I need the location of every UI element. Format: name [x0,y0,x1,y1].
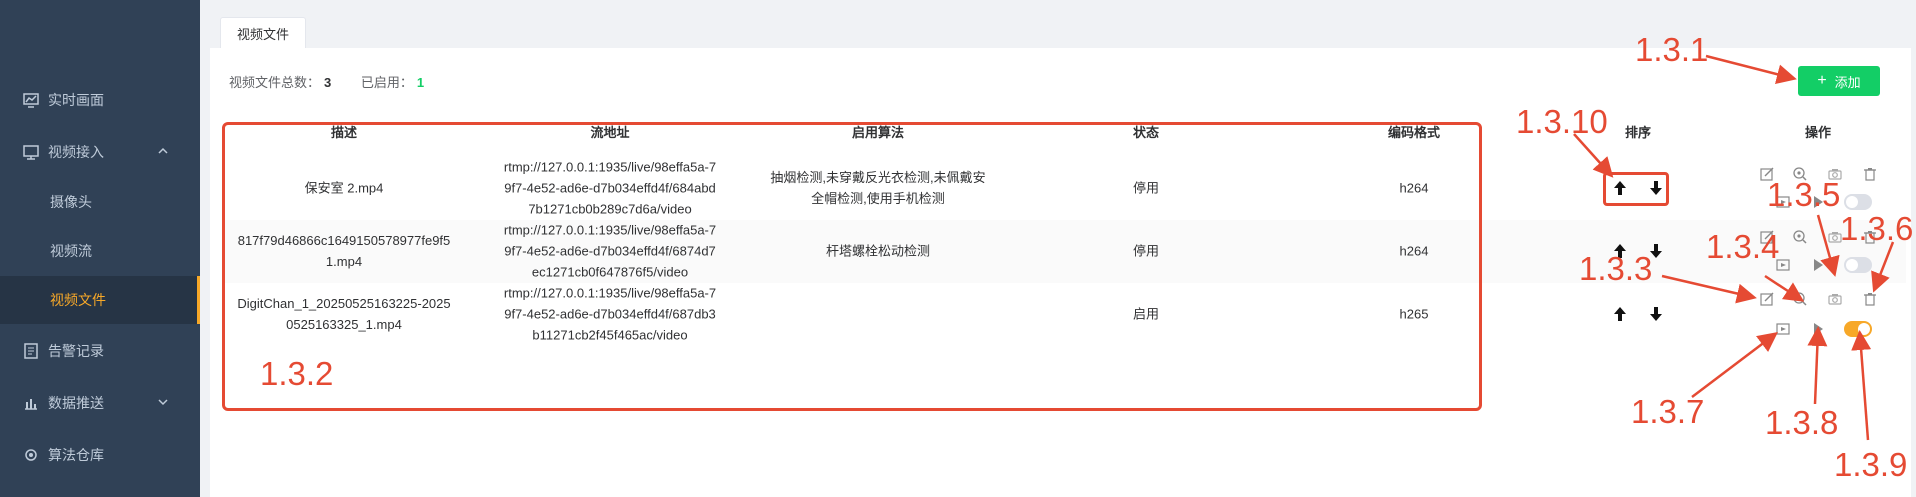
annotation-label: 1.3.6 [1840,210,1914,247]
annotation-label: 1.3.2 [260,355,334,392]
annotation-label: 1.3.1 [1635,31,1709,68]
annotation-arrows [1573,54,1895,441]
annotation-label: 1.3.5 [1767,176,1841,213]
annotation-label: 1.3.8 [1765,404,1839,441]
annotation-label: 1.3.7 [1631,393,1705,430]
annotation-label: 1.3.10 [1516,103,1608,140]
annotation-label: 1.3.3 [1579,250,1653,287]
annotation-label: 1.3.9 [1834,446,1908,483]
annotation-label: 1.3.4 [1706,228,1780,265]
